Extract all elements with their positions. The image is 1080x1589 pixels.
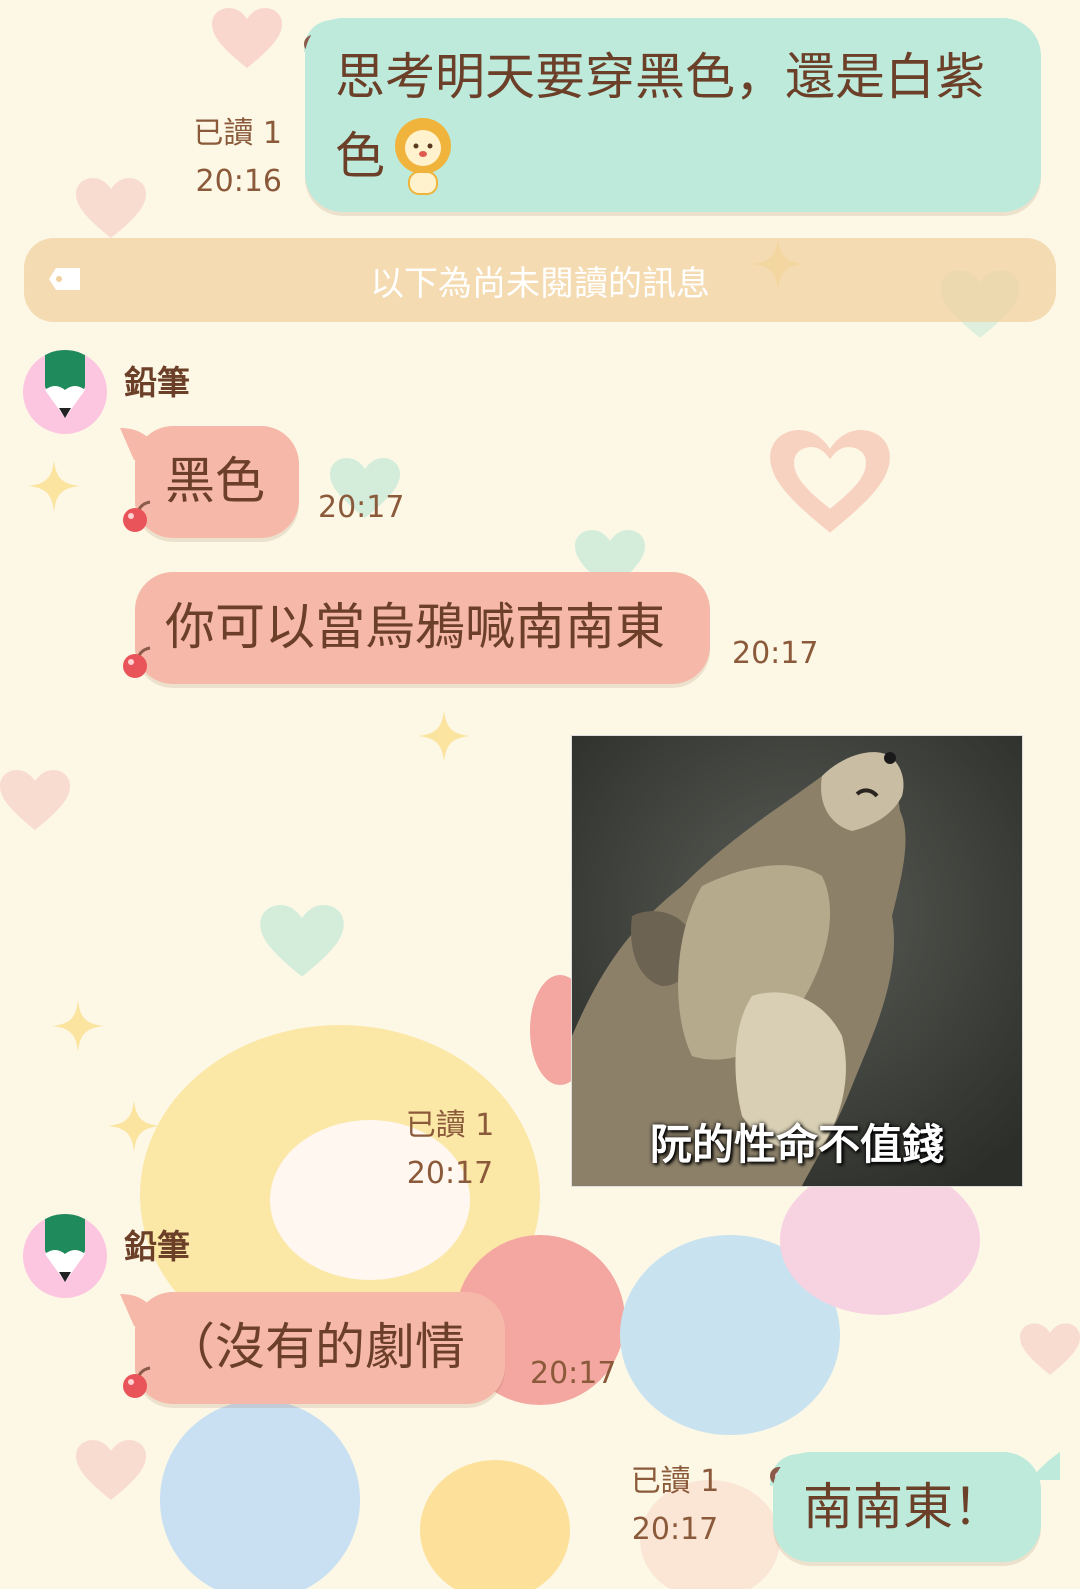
message-time: 20:17 xyxy=(318,490,405,525)
sender-avatar[interactable] xyxy=(23,1214,107,1298)
pencil-avatar-icon xyxy=(45,1214,85,1282)
sender-avatar[interactable] xyxy=(23,350,107,434)
message-text: 黑色 xyxy=(165,452,265,510)
unread-messages-divider: 以下為尚未閱讀的訊息 xyxy=(24,238,1056,322)
cherry-icon xyxy=(123,500,151,532)
message-bubble-outgoing[interactable]: 南南東！ xyxy=(773,1452,1041,1562)
cherry-icon xyxy=(123,1366,151,1398)
message-text: （沒有的劇情 xyxy=(165,1318,465,1376)
message-bubble-outgoing[interactable]: 思考明天要穿黑色，還是白紫 色 xyxy=(305,18,1041,212)
sender-name: 鉛筆 xyxy=(124,363,190,402)
message-text: 南南東！ xyxy=(803,1478,1003,1536)
message-time: 20:17 xyxy=(406,1156,494,1191)
message-time: 20:16 xyxy=(195,164,282,199)
message-time: 20:17 xyxy=(631,1512,719,1547)
message-text: 思考明天要穿黑色，還是白紫 xyxy=(335,48,985,106)
message-time: 20:17 xyxy=(732,636,819,671)
message-text-line: 色 xyxy=(335,116,1011,196)
sender-name: 鉛筆 xyxy=(124,1227,190,1266)
tag-icon xyxy=(49,268,80,290)
read-receipt: 已讀 1 xyxy=(630,1464,720,1499)
message-meta: 已讀 1 20:16 xyxy=(150,110,282,206)
message-bubble-incoming[interactable]: （沒有的劇情 xyxy=(135,1292,505,1404)
chat-message-list: 已讀 1 20:16 思考明天要穿黑色，還是白紫 色 以下為尚未閱讀的訊息 鉛筆… xyxy=(0,0,1080,1589)
image-caption: 阮的性命不值錢 xyxy=(649,1120,944,1169)
message-text: 你可以當烏鴉喊南南東 xyxy=(165,598,665,656)
cherry-icon xyxy=(123,646,151,678)
read-receipt: 已讀 1 xyxy=(405,1108,495,1143)
pencil-avatar-icon xyxy=(45,350,85,418)
message-time: 20:17 xyxy=(530,1356,617,1391)
message-bubble-incoming[interactable]: 你可以當烏鴉喊南南東 xyxy=(135,572,710,684)
image-message-wolf[interactable]: 阮的性命不值錢 xyxy=(571,735,1023,1187)
message-meta: 已讀 1 20:17 xyxy=(380,1102,520,1198)
lion-emoji-icon xyxy=(395,118,451,195)
message-text: 色 xyxy=(335,127,385,185)
message-meta: 已讀 1 20:17 xyxy=(600,1458,750,1554)
message-bubble-incoming[interactable]: 黑色 xyxy=(135,426,299,538)
unread-divider-label: 以下為尚未閱讀的訊息 xyxy=(370,263,710,304)
read-receipt: 已讀 1 xyxy=(193,116,282,151)
